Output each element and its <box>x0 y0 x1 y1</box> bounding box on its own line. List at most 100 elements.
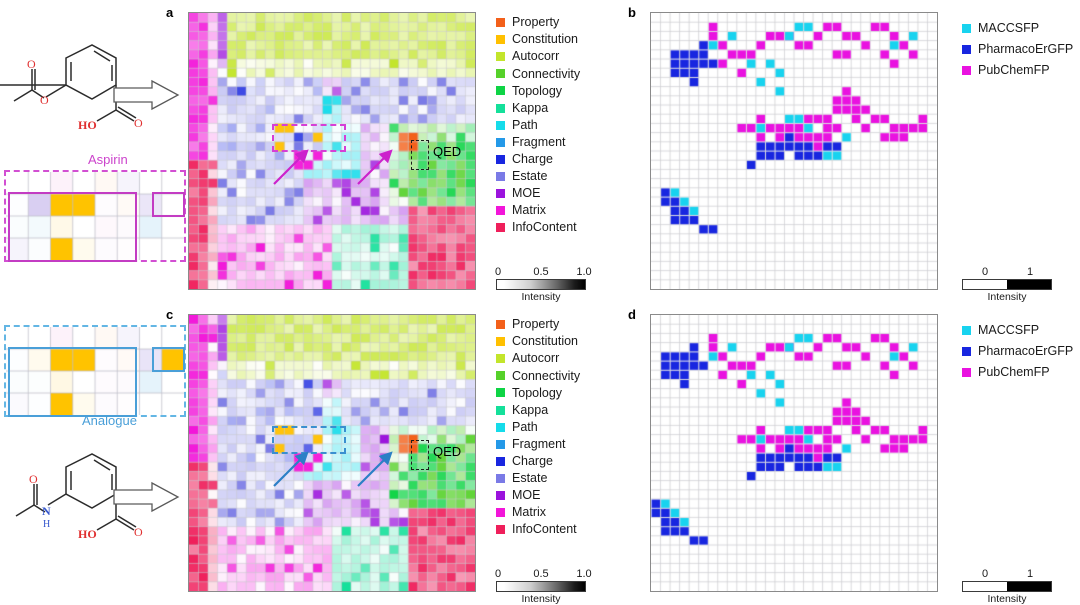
legend-swatch-property <box>496 18 505 28</box>
legend-item-pubchemfp: PubChemFP <box>962 362 1080 383</box>
legend-swatch-matrix <box>496 508 505 518</box>
legend-item-topology: Topology <box>496 384 616 401</box>
legend-item-topology: Topology <box>496 82 616 99</box>
legend-swatch-pubchemfp <box>962 66 971 75</box>
legend-swatch-maccsfp <box>962 326 971 335</box>
arrow-annotation-c1 <box>268 450 320 488</box>
panel-label-d: d <box>628 307 636 322</box>
qed-label-c: QED <box>433 444 462 459</box>
legend-swatch-property <box>496 320 505 330</box>
arrow-annotation-c2 <box>352 450 404 488</box>
legend-item-kappa: Kappa <box>496 99 616 116</box>
colorbar-d-gradient <box>962 581 1052 592</box>
legend-item-infocontent: InfoContent <box>496 521 616 538</box>
colorbar-a: 0 0.5 1.0 Intensity <box>494 266 592 303</box>
atom-label-o: O <box>134 525 143 539</box>
colorbar-a-ticks: 0 0.5 1.0 <box>494 266 592 278</box>
legend-item-path: Path <box>496 117 616 134</box>
legend-swatch-charge <box>496 154 505 164</box>
colorbar-d-caption: Intensity <box>987 593 1027 605</box>
fingerprint-legend-d: MACCSFP PharmacoErGFP PubChemFP <box>962 320 1080 383</box>
legend-swatch-pharmacoergfp <box>962 347 971 356</box>
legend-swatch-fragment <box>496 137 505 147</box>
legend-item-charge: Charge <box>496 453 616 470</box>
legend-item-kappa: Kappa <box>496 401 616 418</box>
legend-swatch-estate <box>496 171 505 181</box>
legend-swatch-kappa <box>496 405 505 415</box>
colorbar-c-gradient <box>496 581 586 592</box>
legend-item-charge: Charge <box>496 151 616 168</box>
legend-item-property: Property <box>496 316 616 333</box>
qed-label-a: QED <box>433 144 462 159</box>
legend-swatch-connectivity <box>496 69 505 79</box>
legend-swatch-autocorr <box>496 52 505 62</box>
panel-label-b: b <box>628 5 636 20</box>
descriptor-legend-c: Property Constitution Autocorr Connectiv… <box>496 316 616 538</box>
som-panel-b[interactable] <box>650 12 938 290</box>
legend-swatch-autocorr <box>496 354 505 364</box>
legend-item-matrix: Matrix <box>496 202 616 219</box>
legend-item-pubchemfp: PubChemFP <box>962 60 1080 81</box>
legend-swatch-path <box>496 422 505 432</box>
colorbar-c: 0 0.5 1.0 Intensity <box>494 568 592 605</box>
colorbar-d-ticks: 0 1 <box>981 568 1034 580</box>
atom-label-h: H <box>43 519 50 530</box>
inset-heatmap-aspirin <box>4 170 186 262</box>
panel-label-c: c <box>166 307 174 322</box>
inset-heatmap-analogue <box>4 325 186 417</box>
colorbar-b: 0 1 Intensity <box>962 266 1052 303</box>
legend-item-constitution: Constitution <box>496 333 616 350</box>
colorbar-b-gradient <box>962 279 1052 290</box>
molecule-name-aspirin: Aspirin <box>88 152 128 167</box>
legend-item-maccsfp: MACCSFP <box>962 18 1080 39</box>
legend-item-connectivity: Connectivity <box>496 65 616 82</box>
qed-highlight-box-a <box>411 140 429 170</box>
legend-swatch-pubchemfp <box>962 368 971 377</box>
atom-label-o: O <box>40 93 49 107</box>
legend-item-estate: Estate <box>496 168 616 185</box>
arrow-annotation-a2 <box>352 148 404 186</box>
som-panel-d[interactable] <box>650 314 938 592</box>
legend-item-fragment: Fragment <box>496 134 616 151</box>
legend-swatch-infocontent <box>496 525 505 535</box>
legend-item-connectivity: Connectivity <box>496 367 616 384</box>
colorbar-a-caption: Intensity <box>521 291 561 303</box>
atom-label-ho: HO <box>78 527 97 541</box>
legend-item-moe: MOE <box>496 185 616 202</box>
legend-swatch-fragment <box>496 439 505 449</box>
colorbar-a-gradient <box>496 279 586 290</box>
colorbar-c-ticks: 0 0.5 1.0 <box>494 568 592 580</box>
legend-swatch-topology <box>496 388 505 398</box>
arrow-right-icon-top <box>112 78 182 112</box>
legend-item-pharmacoergfp: PharmacoErGFP <box>962 341 1080 362</box>
legend-swatch-moe <box>496 490 505 500</box>
colorbar-b-ticks: 0 1 <box>981 266 1034 278</box>
arrow-right-icon-bottom <box>112 480 182 514</box>
legend-item-autocorr: Autocorr <box>496 48 616 65</box>
legend-swatch-kappa <box>496 103 505 113</box>
legend-swatch-moe <box>496 188 505 198</box>
legend-item-moe: MOE <box>496 487 616 504</box>
legend-swatch-maccsfp <box>962 24 971 33</box>
legend-swatch-constitution <box>496 35 505 45</box>
legend-swatch-constitution <box>496 337 505 347</box>
legend-item-pharmacoergfp: PharmacoErGFP <box>962 39 1080 60</box>
legend-item-maccsfp: MACCSFP <box>962 320 1080 341</box>
legend-swatch-matrix <box>496 206 505 216</box>
atom-label-n: N <box>42 504 51 518</box>
legend-item-estate: Estate <box>496 470 616 487</box>
legend-item-path: Path <box>496 419 616 436</box>
legend-swatch-pharmacoergfp <box>962 45 971 54</box>
legend-item-fragment: Fragment <box>496 436 616 453</box>
legend-swatch-charge <box>496 456 505 466</box>
legend-item-autocorr: Autocorr <box>496 350 616 367</box>
legend-item-constitution: Constitution <box>496 31 616 48</box>
colorbar-b-caption: Intensity <box>987 291 1027 303</box>
fingerprint-legend-b: MACCSFP PharmacoErGFP PubChemFP <box>962 18 1080 81</box>
colorbar-d: 0 1 Intensity <box>962 568 1052 605</box>
legend-swatch-infocontent <box>496 223 505 233</box>
legend-item-property: Property <box>496 14 616 31</box>
qed-highlight-box-c <box>411 440 429 470</box>
atom-label-o: O <box>27 57 36 71</box>
legend-item-infocontent: InfoContent <box>496 219 616 236</box>
